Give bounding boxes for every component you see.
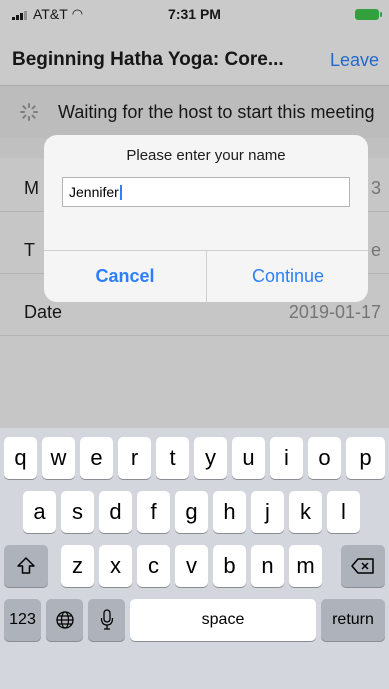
delete-key[interactable] <box>341 545 385 587</box>
name-input-value: Jennifer <box>69 184 119 200</box>
key-r[interactable]: r <box>118 437 151 479</box>
key-h[interactable]: h <box>213 491 246 533</box>
key-p[interactable]: p <box>346 437 385 479</box>
key-g[interactable]: g <box>175 491 208 533</box>
dialog-title: Please enter your name <box>126 147 286 164</box>
key-v[interactable]: v <box>175 545 208 587</box>
text-cursor <box>119 185 122 200</box>
key-j[interactable]: j <box>251 491 284 533</box>
microphone-icon <box>100 609 113 630</box>
shift-key[interactable] <box>4 545 48 587</box>
globe-icon <box>55 611 74 629</box>
globe-key[interactable] <box>46 599 83 641</box>
key-x[interactable]: x <box>99 545 132 587</box>
numbers-key[interactable]: 123 <box>4 599 41 641</box>
key-k[interactable]: k <box>289 491 322 533</box>
key-o[interactable]: o <box>308 437 341 479</box>
key-u[interactable]: u <box>232 437 265 479</box>
shift-icon <box>17 557 35 574</box>
cancel-button[interactable]: Cancel <box>44 250 206 302</box>
continue-button[interactable]: Continue <box>207 250 368 302</box>
delete-icon <box>351 558 374 574</box>
key-q[interactable]: q <box>4 437 37 479</box>
key-z[interactable]: z <box>61 545 94 587</box>
key-n[interactable]: n <box>251 545 284 587</box>
key-s[interactable]: s <box>61 491 94 533</box>
key-c[interactable]: c <box>137 545 170 587</box>
name-input[interactable]: Jennifer <box>62 177 350 207</box>
keyboard: q w e r t y u i o p a s d f g h j k l z … <box>0 428 389 689</box>
return-key[interactable]: return <box>321 599 385 641</box>
key-w[interactable]: w <box>42 437 75 479</box>
key-m[interactable]: m <box>289 545 322 587</box>
name-dialog: Please enter your name Jennifer Cancel C… <box>44 135 368 302</box>
key-a[interactable]: a <box>23 491 56 533</box>
key-t[interactable]: t <box>156 437 189 479</box>
key-b[interactable]: b <box>213 545 246 587</box>
key-e[interactable]: e <box>80 437 113 479</box>
space-key[interactable]: space <box>130 599 316 641</box>
key-y[interactable]: y <box>194 437 227 479</box>
key-l[interactable]: l <box>327 491 360 533</box>
key-i[interactable]: i <box>270 437 303 479</box>
key-f[interactable]: f <box>137 491 170 533</box>
mic-key[interactable] <box>88 599 125 641</box>
key-d[interactable]: d <box>99 491 132 533</box>
